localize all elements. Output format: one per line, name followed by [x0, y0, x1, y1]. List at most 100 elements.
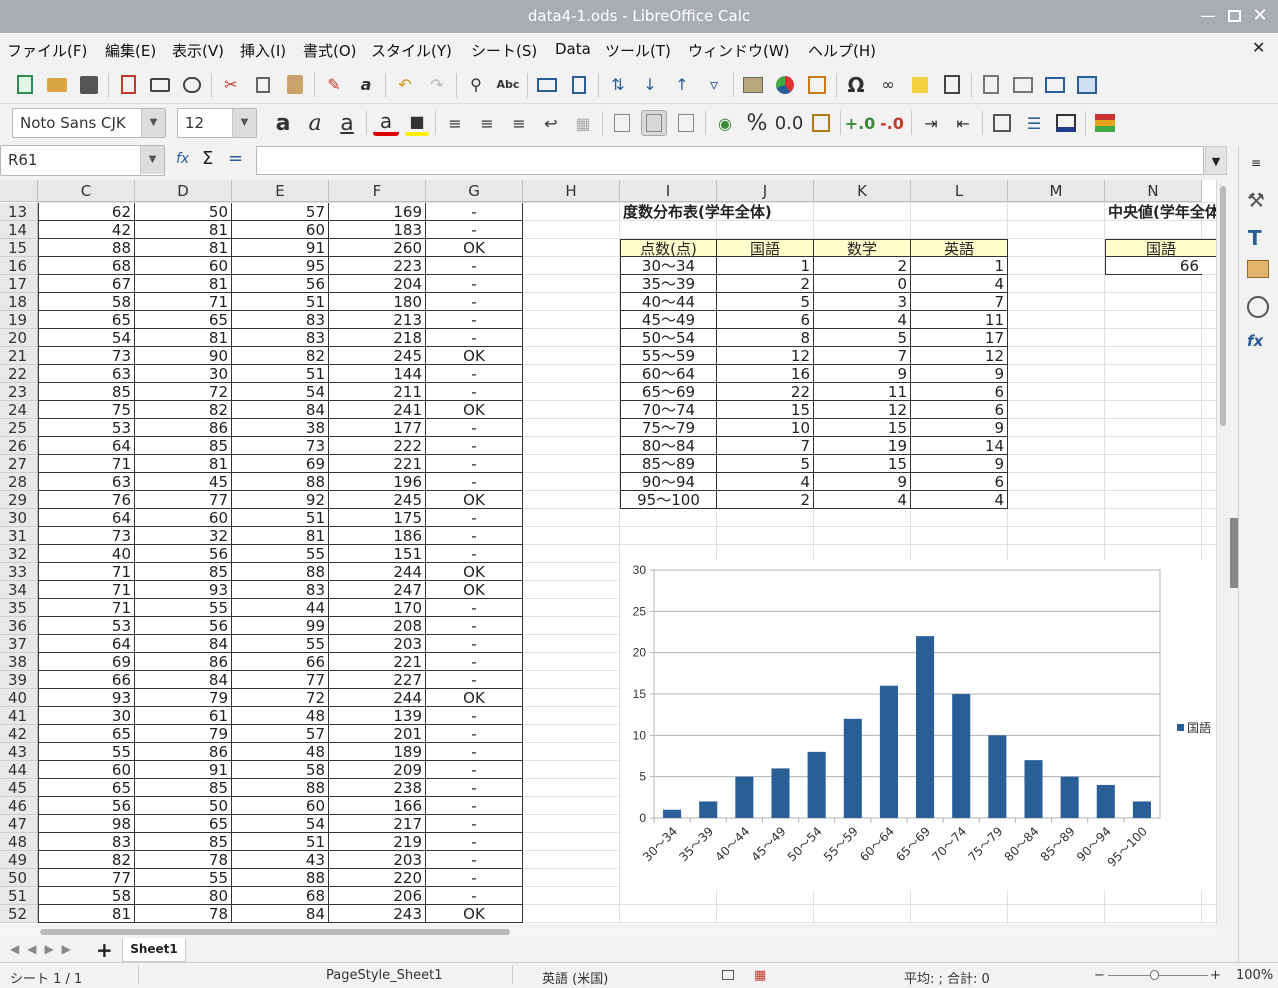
freq-cell[interactable]: 2 [717, 491, 814, 509]
table-cell[interactable]: 63 [38, 473, 135, 491]
increase-indent-icon[interactable]: ⇥ [918, 110, 944, 136]
row-header[interactable]: 47 [0, 815, 38, 833]
table-cell[interactable]: 169 [329, 203, 426, 221]
median-value-cell[interactable]: 66 [1105, 257, 1202, 275]
table-cell[interactable]: - [426, 635, 523, 653]
formula-icon[interactable]: = [228, 148, 243, 169]
freq-cell[interactable]: 60～64 [620, 365, 717, 383]
table-cell[interactable]: OK [426, 401, 523, 419]
row-header[interactable]: 33 [0, 563, 38, 581]
table-cell[interactable]: 220 [329, 869, 426, 887]
table-cell[interactable]: 71 [135, 293, 232, 311]
table-cell[interactable]: 50 [135, 203, 232, 221]
table-cell[interactable]: 81 [232, 527, 329, 545]
freq-cell[interactable]: 11 [814, 383, 911, 401]
table-cell[interactable]: 186 [329, 527, 426, 545]
table-cell[interactable]: 62 [38, 203, 135, 221]
table-cell[interactable]: 88 [232, 563, 329, 581]
table-cell[interactable]: - [426, 311, 523, 329]
row-header[interactable]: 34 [0, 581, 38, 599]
table-cell[interactable]: 88 [232, 869, 329, 887]
align-top-icon[interactable] [609, 110, 635, 136]
sheet-navigation-arrows[interactable]: ◀◀▶▶ [10, 942, 79, 956]
freq-cell[interactable]: 85～89 [620, 455, 717, 473]
table-cell[interactable]: 218 [329, 329, 426, 347]
sidebar-collapse-handle[interactable] [1230, 518, 1238, 588]
vertical-scrollbar[interactable] [1216, 180, 1230, 924]
table-cell[interactable]: OK [426, 905, 523, 923]
define-print-area-icon[interactable] [978, 72, 1004, 98]
functions-icon[interactable]: fx [1247, 332, 1263, 350]
menu-edit[interactable]: 編集(E) [105, 40, 156, 60]
table-cell[interactable]: 40 [38, 545, 135, 563]
freq-cell[interactable]: 5 [717, 455, 814, 473]
table-cell[interactable]: 196 [329, 473, 426, 491]
table-cell[interactable]: OK [426, 239, 523, 257]
zoom-in-icon[interactable]: + [1210, 968, 1221, 983]
column-header-n[interactable]: N [1105, 180, 1202, 202]
table-cell[interactable]: 91 [232, 239, 329, 257]
table-cell[interactable]: - [426, 527, 523, 545]
table-cell[interactable]: OK [426, 563, 523, 581]
table-cell[interactable]: 65 [38, 311, 135, 329]
table-cell[interactable]: - [426, 203, 523, 221]
table-cell[interactable]: 175 [329, 509, 426, 527]
special-character-icon[interactable]: Ω [843, 72, 869, 98]
table-cell[interactable]: 72 [232, 689, 329, 707]
table-cell[interactable]: 68 [38, 257, 135, 275]
chart-frame[interactable]: 0 5 10 15 20 25 30 30～34 35～39 40～44 45～49 50～54 55～… [620, 560, 1216, 890]
table-cell[interactable]: 81 [135, 455, 232, 473]
table-cell[interactable]: 38 [232, 419, 329, 437]
freq-cell[interactable]: 6 [911, 383, 1008, 401]
freq-cell[interactable]: 1 [911, 257, 1008, 275]
table-cell[interactable]: 99 [232, 617, 329, 635]
table-cell[interactable]: 177 [329, 419, 426, 437]
new-document-icon[interactable] [12, 72, 38, 98]
table-cell[interactable]: 58 [38, 293, 135, 311]
table-cell[interactable]: 55 [232, 635, 329, 653]
table-cell[interactable]: 60 [135, 257, 232, 275]
table-cell[interactable]: 93 [135, 581, 232, 599]
name-box[interactable]: R61 ▼ [0, 145, 165, 176]
table-cell[interactable]: - [426, 779, 523, 797]
bold-icon[interactable]: a [270, 110, 296, 136]
table-cell[interactable]: 83 [232, 311, 329, 329]
show-draw-functions-icon[interactable] [1074, 72, 1100, 98]
row-header[interactable]: 19 [0, 311, 38, 329]
row-header[interactable]: 25 [0, 419, 38, 437]
table-cell[interactable]: - [426, 329, 523, 347]
row-header[interactable]: 23 [0, 383, 38, 401]
italic-icon[interactable]: a [302, 110, 328, 136]
freq-cell[interactable]: 9 [911, 455, 1008, 473]
table-cell[interactable]: 86 [135, 419, 232, 437]
redo-icon[interactable]: ↷ [424, 72, 450, 98]
table-cell[interactable]: 139 [329, 707, 426, 725]
row-header[interactable]: 16 [0, 257, 38, 275]
table-cell[interactable]: 68 [232, 887, 329, 905]
table-cell[interactable]: 78 [135, 851, 232, 869]
table-cell[interactable]: 71 [38, 599, 135, 617]
formula-input[interactable] [256, 146, 1204, 175]
status-page-style[interactable]: PageStyle_Sheet1 [326, 968, 442, 983]
align-bottom-icon[interactable] [673, 110, 699, 136]
column-header-f[interactable]: F [329, 180, 426, 202]
table-cell[interactable]: 57 [232, 725, 329, 743]
row-header[interactable]: 48 [0, 833, 38, 851]
table-cell[interactable]: 201 [329, 725, 426, 743]
freq-cell[interactable]: 12 [814, 401, 911, 419]
table-cell[interactable]: 51 [232, 509, 329, 527]
styles-icon[interactable]: T [1248, 226, 1262, 250]
table-cell[interactable]: 243 [329, 905, 426, 923]
border-style-icon[interactable]: ☰ [1021, 110, 1047, 136]
table-cell[interactable]: 73 [232, 437, 329, 455]
row-icon[interactable] [534, 72, 560, 98]
sidebar-menu-icon[interactable]: ≡ [1251, 156, 1261, 170]
table-cell[interactable]: - [426, 221, 523, 239]
table-cell[interactable]: - [426, 293, 523, 311]
align-center-icon[interactable]: ≡ [474, 110, 500, 136]
table-cell[interactable]: 151 [329, 545, 426, 563]
row-header[interactable]: 51 [0, 887, 38, 905]
row-header[interactable]: 49 [0, 851, 38, 869]
table-cell[interactable]: 65 [38, 725, 135, 743]
maximize-icon[interactable] [1224, 6, 1244, 26]
